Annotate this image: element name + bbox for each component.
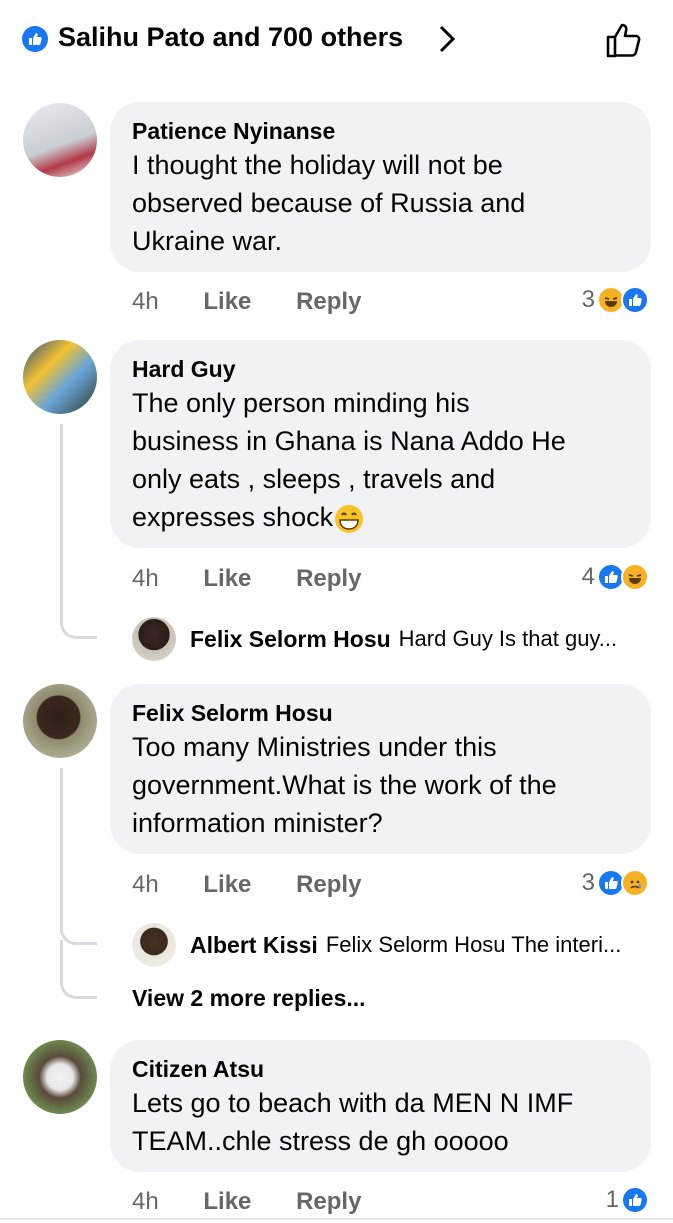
thread-connector [60,424,97,639]
like-icon [22,26,48,52]
sad-icon [621,869,649,897]
grinning-emoji-icon [335,504,364,533]
haha-icon [621,563,649,591]
comment-time[interactable]: 4h [132,288,159,316]
reply-author[interactable]: Felix Selorm Hosu [190,626,391,653]
comment-time[interactable]: 4h [132,1188,159,1216]
like-button[interactable]: Like [203,1188,251,1216]
comment-bubble: Citizen Atsu Lets go to beach with da ME… [110,1040,651,1172]
reaction-summary[interactable]: 1 [606,1186,649,1214]
like-icon [621,1186,649,1214]
reply-button[interactable]: Reply [296,871,361,899]
reply-button[interactable]: Reply [296,565,361,593]
reply-author[interactable]: Albert Kissi [190,932,318,959]
comment-author[interactable]: Citizen Atsu [132,1054,629,1084]
avatar[interactable] [23,340,97,414]
thread-connector [60,940,97,999]
comment-author[interactable]: Felix Selorm Hosu [132,698,629,728]
chevron-right-icon[interactable] [437,24,457,54]
comment-text: Too many Ministries under this governmen… [132,732,557,838]
avatar[interactable] [23,684,97,758]
reaction-summary[interactable]: 4 [582,563,649,591]
reaction-summary[interactable]: 3 [582,869,649,897]
like-button[interactable]: Like [203,871,251,899]
reply-text: Felix Selorm Hosu The interi... [325,932,622,957]
view-more-replies-link[interactable]: View 2 more replies... [132,985,366,1012]
divider [0,1218,673,1220]
comment-author[interactable]: Patience Nyinanse [132,116,629,146]
comment-actions: 4h Like Reply [132,565,399,593]
reaction-count: 3 [581,869,595,896]
comment-text: Lets go to beach with da MEN N IMF TEAM.… [132,1088,574,1156]
comment-text: The only person minding his business in … [132,384,629,536]
comment-bubble: Hard Guy The only person minding his bus… [110,340,651,548]
reply-preview[interactable]: Felix Selorm Hosu Hard Guy Is that guy..… [132,616,617,662]
like-icon [621,286,649,314]
comment-bubble: Patience Nyinanse I thought the holiday … [110,102,651,272]
comment-author[interactable]: Hard Guy [132,354,629,384]
like-button[interactable]: Like [203,565,251,593]
avatar[interactable] [132,617,176,661]
thread-connector [60,768,97,945]
reactions-summary[interactable]: Salihu Pato and 700 others [58,22,403,53]
comment-time[interactable]: 4h [132,871,159,899]
avatar[interactable] [23,1040,97,1114]
reactions-header[interactable]: Salihu Pato and 700 others [0,0,673,80]
reply-preview[interactable]: Albert Kissi Felix Selorm Hosu The inter… [132,922,621,968]
reaction-count: 1 [605,1186,619,1213]
like-outline-icon[interactable] [604,20,644,60]
reply-button[interactable]: Reply [296,288,361,316]
reaction-count: 4 [581,563,595,590]
reaction-summary[interactable]: 3 [582,286,649,314]
comment-text: I thought the holiday will not be observ… [132,150,526,256]
comment-actions: 4h Like Reply [132,871,399,899]
avatar[interactable] [23,103,97,177]
reply-text: Hard Guy Is that guy... [398,626,618,651]
reaction-count: 3 [581,286,595,313]
reply-button[interactable]: Reply [296,1188,361,1216]
avatar[interactable] [132,923,176,967]
comment-actions: 4h Like Reply [132,1188,399,1216]
comment-actions: 4h Like Reply [132,288,399,316]
comment-time[interactable]: 4h [132,565,159,593]
like-button[interactable]: Like [203,288,251,316]
comment-bubble: Felix Selorm Hosu Too many Ministries un… [110,684,651,854]
